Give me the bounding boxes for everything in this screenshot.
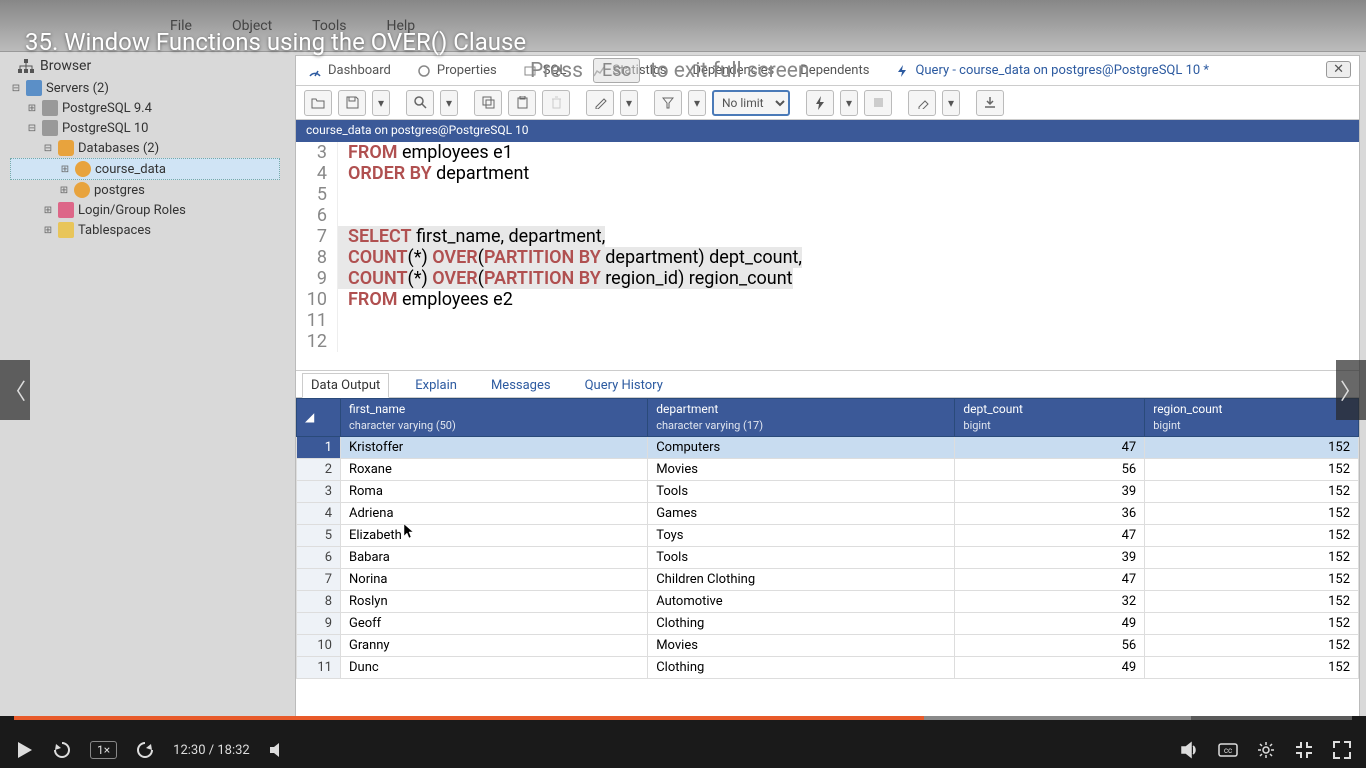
eraser-icon [915, 97, 929, 109]
clipboard-icon [517, 96, 528, 109]
column-header[interactable]: region_countbigint [1145, 399, 1359, 437]
execute-button[interactable] [806, 90, 834, 116]
table-row[interactable]: 8RoslynAutomotive32152 [297, 591, 1359, 613]
svg-text:cc: cc [1224, 746, 1232, 755]
copy-button[interactable] [474, 90, 502, 116]
tablespaces-icon [58, 222, 74, 238]
play-icon[interactable] [14, 740, 34, 760]
open-file-button[interactable] [304, 90, 332, 116]
results-grid[interactable]: ◢first_namecharacter varying (50)departm… [296, 398, 1359, 679]
table-row[interactable]: 3RomaTools39152 [297, 481, 1359, 503]
esc-key: Esc [593, 58, 640, 83]
row-limit-select[interactable]: No limit [712, 90, 790, 116]
find-dropdown[interactable]: ▾ [440, 90, 458, 116]
paste-button[interactable] [508, 90, 536, 116]
copy-icon [482, 96, 495, 109]
table-row[interactable]: 1KristofferComputers47152 [297, 437, 1359, 459]
login-roles-icon [58, 202, 74, 218]
table-row[interactable]: 4AdrienaGames36152 [297, 503, 1359, 525]
tab-explain[interactable]: Explain [407, 374, 465, 397]
table-row[interactable]: 11DuncClothing49152 [297, 657, 1359, 679]
tab-query-history[interactable]: Query History [577, 374, 671, 397]
close-tab-button[interactable]: ✕ [1326, 61, 1351, 78]
prev-video-button[interactable]: 〈 [0, 360, 30, 420]
video-player-bar: 1× 12:30 / 18:32 cc [0, 716, 1366, 768]
execute-dropdown[interactable]: ▾ [840, 90, 858, 116]
database-icon [75, 161, 91, 177]
table-row[interactable]: 10GrannyMovies56152 [297, 635, 1359, 657]
tree-item-course-data[interactable]: ⊞course_data [10, 158, 280, 180]
find-button[interactable] [406, 90, 434, 116]
settings-icon[interactable] [1256, 740, 1276, 760]
server-icon [42, 120, 58, 136]
volume-icon-right[interactable] [1180, 740, 1200, 760]
filter-button[interactable] [654, 90, 682, 116]
edit-dropdown[interactable]: ▾ [620, 90, 638, 116]
progress-bar[interactable] [14, 716, 1352, 720]
table-row[interactable]: 6BabaraTools39152 [297, 547, 1359, 569]
browser-panel-header: Browser [18, 58, 91, 74]
download-icon [984, 96, 996, 109]
forward-icon[interactable] [135, 740, 155, 760]
table-row[interactable]: 2RoxaneMovies56152 [297, 459, 1359, 481]
delete-button[interactable] [542, 90, 570, 116]
column-header[interactable]: first_namecharacter varying (50) [341, 399, 648, 437]
save-icon [346, 96, 359, 109]
playback-speed[interactable]: 1× [90, 741, 117, 759]
edit-button[interactable] [586, 90, 614, 116]
stop-button[interactable] [864, 90, 892, 116]
stop-icon [873, 97, 884, 108]
gauge-icon [308, 64, 322, 78]
server-group-icon [26, 80, 42, 96]
rewind-icon[interactable] [52, 740, 72, 760]
column-header[interactable]: dept_countbigint [955, 399, 1145, 437]
time-display: 12:30 / 18:32 [173, 743, 250, 758]
save-button[interactable] [338, 90, 366, 116]
sitemap-icon [18, 59, 34, 73]
trash-icon [551, 96, 562, 109]
result-tabs: Data Output Explain Messages Query Histo… [296, 370, 1359, 398]
wrench-icon [417, 64, 431, 78]
databases-icon [58, 140, 74, 156]
table-row[interactable]: 7NorinaChildren Clothing47152 [297, 569, 1359, 591]
column-header[interactable]: departmentcharacter varying (17) [648, 399, 955, 437]
main-tabs: Dashboard Properties SQL Statistics Depe… [296, 56, 1359, 86]
volume-icon[interactable] [268, 740, 288, 760]
tab-data-output[interactable]: Data Output [302, 373, 389, 398]
sql-editor[interactable]: 3FROM employees e1 4ORDER BY department … [296, 142, 1359, 352]
object-tree[interactable]: ⊟Servers (2) ⊞PostgreSQL 9.4 ⊟PostgreSQL… [10, 78, 280, 240]
table-row[interactable]: 5ElizabethToys47152 [297, 525, 1359, 547]
video-title: 35. Window Functions using the OVER() Cl… [25, 28, 526, 56]
mouse-cursor-icon [404, 524, 416, 540]
lightning-icon [895, 64, 909, 78]
filter-dropdown[interactable]: ▾ [688, 90, 706, 116]
save-dropdown[interactable]: ▾ [372, 90, 390, 116]
download-button[interactable] [976, 90, 1004, 116]
fullscreen-hint: Press Esc to exit full screen [530, 58, 809, 83]
tab-query[interactable]: Query - course_data on postgres@PostgreS… [891, 57, 1213, 84]
folder-open-icon [311, 97, 325, 109]
server-icon [42, 100, 58, 116]
row-header-corner: ◢ [297, 399, 341, 437]
filter-icon [662, 97, 674, 109]
database-icon [74, 182, 90, 198]
table-row[interactable]: 9GeoffClothing49152 [297, 613, 1359, 635]
captions-icon[interactable]: cc [1218, 740, 1238, 760]
connection-bar: course_data on postgres@PostgreSQL 10 [296, 120, 1359, 142]
next-video-button[interactable]: 〉 [1336, 360, 1366, 420]
query-toolbar: ▾ ▾ ▾ ▾ No limit ▾ ▾ [296, 86, 1359, 120]
clear-button[interactable] [908, 90, 936, 116]
tab-messages[interactable]: Messages [483, 374, 559, 397]
expand-icon[interactable] [1332, 740, 1352, 760]
lightning-icon [815, 96, 825, 110]
tab-properties[interactable]: Properties [413, 57, 501, 84]
search-icon [414, 96, 427, 109]
fullscreen-exit-icon[interactable] [1294, 740, 1314, 760]
pencil-icon [594, 96, 607, 109]
tab-dashboard[interactable]: Dashboard [304, 57, 395, 84]
clear-dropdown[interactable]: ▾ [942, 90, 960, 116]
